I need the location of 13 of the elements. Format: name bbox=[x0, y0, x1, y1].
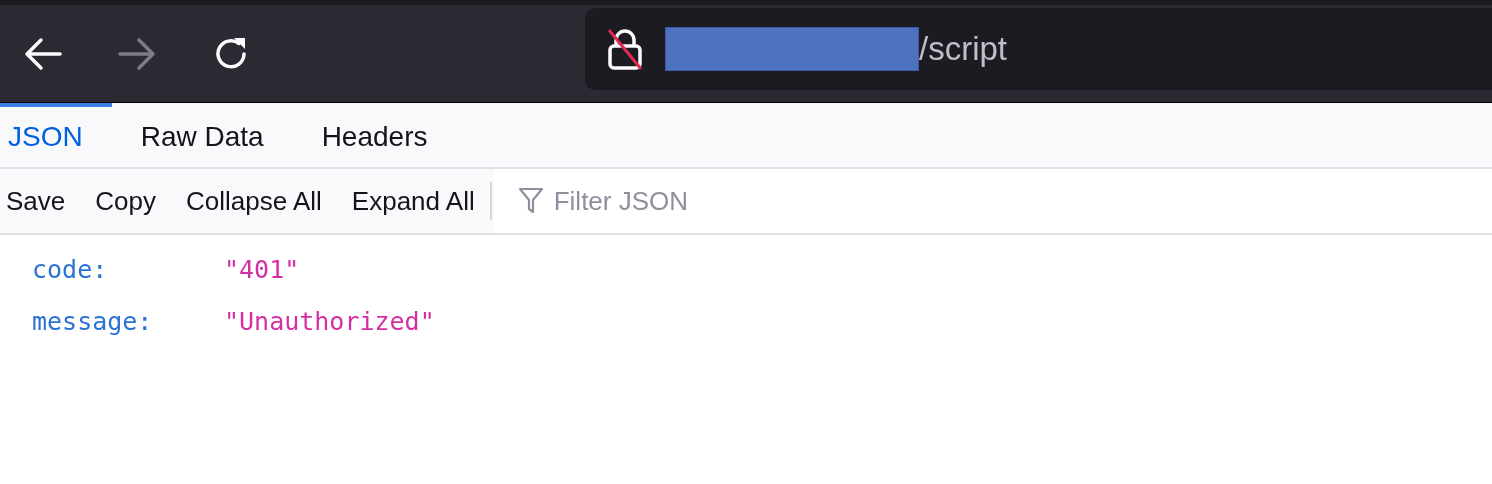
toolbar-button[interactable]: Collapse All bbox=[170, 169, 337, 233]
toolbar-button[interactable]: Expand All bbox=[336, 169, 490, 233]
json-value: "401" bbox=[224, 254, 300, 284]
viewer-tab[interactable]: Headers bbox=[292, 103, 457, 167]
json-key: code: bbox=[32, 254, 224, 284]
url-path: /script bbox=[919, 30, 1007, 68]
filter-field[interactable]: Filter JSON bbox=[493, 169, 1492, 233]
viewer-tab[interactable]: Raw Data bbox=[111, 103, 293, 167]
toolbar-button[interactable]: Copy bbox=[80, 169, 171, 233]
address-bar[interactable]: /script bbox=[585, 8, 1492, 90]
json-value: "Unauthorized" bbox=[224, 306, 435, 336]
toolbar-button[interactable]: Save bbox=[0, 169, 81, 233]
json-key: message: bbox=[32, 306, 224, 336]
